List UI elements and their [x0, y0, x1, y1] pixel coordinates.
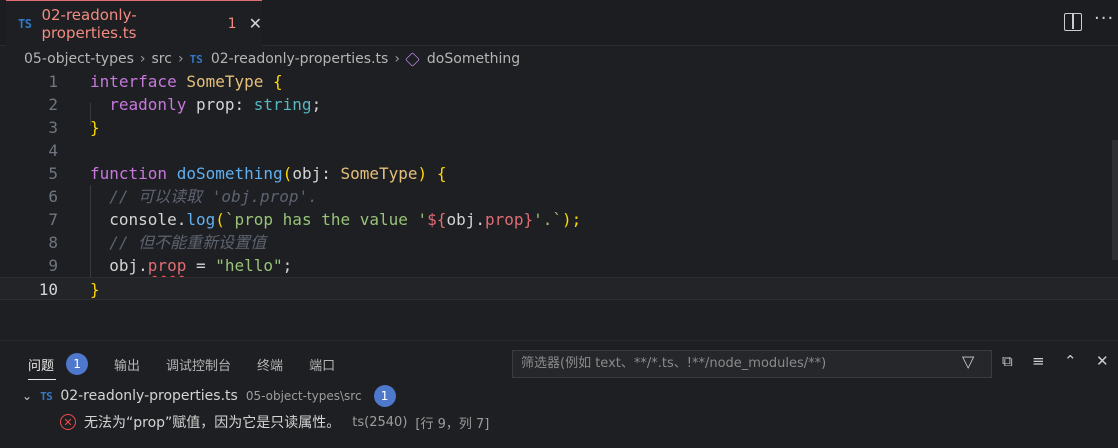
panel-tab-bar: 问题 1 输出 调试控制台 终端 端口	[28, 351, 361, 380]
close-panel-icon[interactable]: ✕	[1096, 352, 1109, 370]
chevron-right-icon: ›	[394, 51, 400, 67]
line-number: 8	[48, 233, 58, 252]
chevron-right-icon: ›	[139, 51, 146, 67]
tab-problems[interactable]: 问题	[28, 355, 57, 380]
code-line: 5 function doSomething(obj: SomeType) {	[0, 162, 1118, 185]
problem-item[interactable]: ✕ 无法为“prop”赋值，因为它是只读属性。 ts(2540) [行 9，列 …	[60, 411, 489, 433]
line-number: 6	[48, 187, 58, 206]
editor-tab-bar: TS 02-readonly-properties.ts 1 ✕ ···	[0, 0, 1118, 46]
filter-icon[interactable]: ▽	[962, 352, 974, 371]
tab-title: 02-readonly-properties.ts	[41, 5, 137, 42]
view-as-list-icon[interactable]: ≡	[1032, 352, 1045, 370]
breadcrumb-folder[interactable]: src	[152, 51, 172, 67]
problem-message: 无法为“prop”赋值，因为它是只读属性。	[84, 415, 341, 431]
editor-scrollbar[interactable]	[1112, 140, 1118, 260]
more-actions-icon[interactable]: ···	[1094, 8, 1114, 29]
code-line-current: 10 }	[0, 277, 1118, 300]
line-number: 1	[48, 72, 58, 91]
code-line: 9 obj.prop = "hello";	[0, 254, 1118, 277]
problems-filter-input[interactable]: 筛选器(例如 text、**/*.ts、!**/node_modules/**)	[512, 350, 992, 378]
breadcrumb-folder[interactable]: 05-object-types	[24, 51, 134, 67]
breadcrumb-symbol[interactable]: doSomething	[427, 51, 520, 67]
bottom-panel: 问题 1 输出 调试控制台 终端 端口 筛选器(例如 text、**/*.ts、…	[0, 340, 1118, 448]
code-editor[interactable]: 1 interface SomeType { 2 readonly prop: …	[0, 70, 1118, 340]
close-icon[interactable]: ✕	[249, 14, 262, 33]
error-icon: ✕	[60, 414, 76, 430]
error-squiggle[interactable]: prop	[148, 256, 187, 275]
typescript-file-icon: TS	[18, 16, 32, 31]
typescript-file-icon: TS	[40, 389, 53, 403]
problem-location: [行 9，列 7]	[415, 416, 490, 432]
file-problem-count-badge: 1	[373, 385, 396, 407]
editor-tab[interactable]: TS 02-readonly-properties.ts 1 ✕	[6, 0, 262, 46]
line-number: 9	[48, 256, 58, 275]
code-line: 8 // 但不能重新设置值	[0, 231, 1118, 254]
problem-file-path: 05-object-types\src	[245, 389, 362, 403]
chevron-down-icon[interactable]: ⌄	[22, 389, 32, 403]
typescript-file-icon: TS	[189, 52, 203, 66]
line-number: 5	[48, 164, 58, 183]
tab-output[interactable]: 输出	[114, 355, 140, 374]
code-line: 1 interface SomeType {	[0, 70, 1118, 93]
tab-problem-count: 1	[227, 15, 237, 32]
code-line: 4	[0, 139, 1118, 162]
problem-file-name: 02-readonly-properties.ts	[60, 388, 238, 404]
collapse-all-icon[interactable]: ⧉	[1002, 352, 1013, 370]
line-number: 2	[48, 95, 58, 114]
method-icon	[405, 51, 420, 67]
code-line: 6 // 可以读取 'obj.prop'.	[0, 185, 1118, 208]
problem-file-row[interactable]: ⌄ TS 02-readonly-properties.ts 05-object…	[22, 385, 396, 407]
maximize-panel-icon[interactable]: ⌃	[1064, 352, 1077, 370]
line-number: 7	[48, 210, 58, 229]
code-line: 7 console.log(`prop has the value '${obj…	[0, 208, 1118, 231]
breadcrumb-file[interactable]: 02-readonly-properties.ts	[211, 51, 389, 67]
line-number: 3	[48, 118, 58, 137]
problems-count-badge: 1	[66, 353, 89, 375]
code-line: 3 }	[0, 116, 1118, 139]
breadcrumb: 05-object-types › src › TS 02-readonly-p…	[24, 48, 520, 70]
problem-code: ts(2540)	[352, 414, 408, 430]
tab-ports[interactable]: 端口	[309, 355, 335, 374]
tab-debug-console[interactable]: 调试控制台	[166, 355, 231, 374]
code-line: 2 readonly prop: string;	[0, 93, 1118, 116]
line-number: 10	[38, 280, 58, 299]
tab-terminal[interactable]: 终端	[257, 355, 283, 374]
line-number: 4	[48, 141, 58, 160]
chevron-right-icon: ›	[177, 51, 184, 67]
split-editor-icon[interactable]	[1064, 13, 1082, 31]
